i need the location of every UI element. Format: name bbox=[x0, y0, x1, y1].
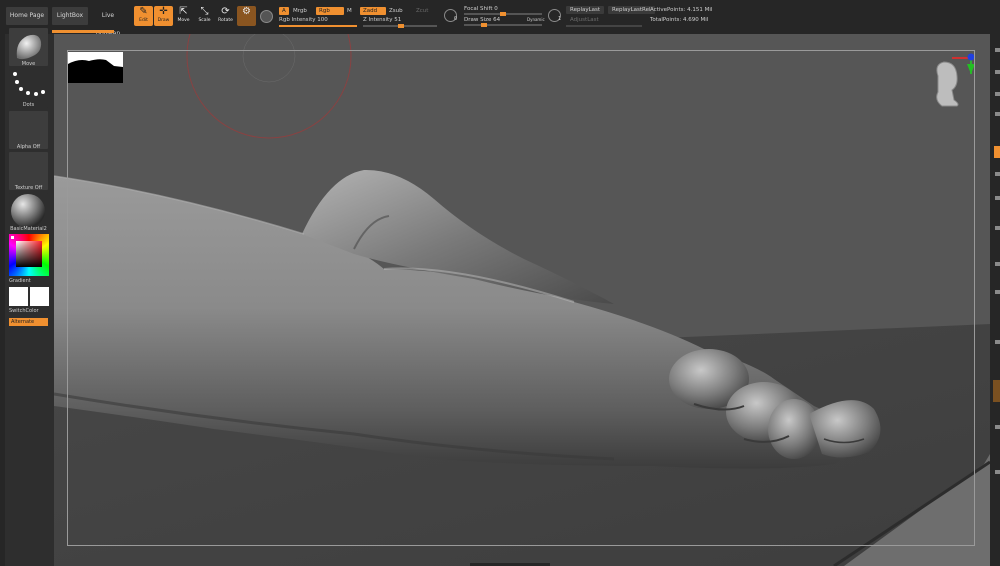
right-shelf-tool-8[interactable] bbox=[995, 262, 1000, 266]
color-saturation-square[interactable] bbox=[16, 241, 42, 267]
navigator-thumbnail[interactable] bbox=[68, 52, 123, 83]
right-shelf-tool-1[interactable] bbox=[995, 48, 1000, 52]
material-sphere-icon[interactable] bbox=[260, 10, 273, 23]
texture-label: Texture Off bbox=[14, 185, 43, 191]
right-shelf-brown-tool[interactable] bbox=[993, 380, 1000, 402]
stroke-label: Dots bbox=[22, 102, 35, 108]
edit-button[interactable]: ✎ Edit bbox=[134, 6, 153, 26]
move-label: Move bbox=[177, 18, 190, 23]
rgb-intensity-fill bbox=[279, 25, 357, 27]
right-shelf-tool-5[interactable] bbox=[995, 172, 1000, 176]
mrgb-toggle[interactable]: Mrgb bbox=[290, 7, 310, 15]
rgb-intensity-label: Rgb Intensity 100 bbox=[279, 17, 328, 23]
right-shelf-tool-6[interactable] bbox=[995, 196, 1000, 200]
top-toolbar: Home Page LightBox Live Boolean ✎Edit ✛D… bbox=[0, 0, 1000, 37]
right-shelf-tool-7[interactable] bbox=[995, 226, 1000, 230]
rotate-button[interactable]: ⟳ Rotate bbox=[216, 6, 235, 26]
right-shelf-tool-10[interactable] bbox=[995, 340, 1000, 344]
left-tray-handle[interactable] bbox=[0, 34, 5, 566]
focal-icon-value: 0 bbox=[454, 16, 458, 22]
scale-button[interactable]: ⤡ Scale bbox=[195, 6, 214, 26]
canvas-viewport[interactable] bbox=[54, 34, 990, 566]
right-shelf-tool-3[interactable] bbox=[995, 92, 1000, 96]
focal-shift-knob bbox=[500, 12, 506, 16]
replay-last-button[interactable]: ReplayLast bbox=[566, 6, 605, 14]
gizmo-icon: ⚙ bbox=[242, 6, 251, 17]
zcut-toggle[interactable]: Zcut bbox=[413, 7, 431, 15]
rotate-label: Rotate bbox=[218, 18, 233, 23]
alpha-label: Alpha Off bbox=[16, 144, 41, 150]
color-picker[interactable] bbox=[9, 234, 49, 276]
draw-size-knob bbox=[480, 23, 487, 27]
move-button[interactable]: ⇱ Move bbox=[174, 6, 193, 26]
replay-last-rel-button[interactable]: ReplayLastRel bbox=[608, 6, 655, 14]
z-intensity-knob bbox=[397, 24, 404, 28]
edit-label: Edit bbox=[139, 18, 148, 23]
m-toggle[interactable]: M bbox=[344, 7, 355, 15]
adjust-last-button[interactable]: AdjustLast bbox=[566, 16, 603, 24]
active-points-readout: ActivePoints: 4.151 Mil bbox=[650, 7, 713, 13]
gradient-label: Gradient bbox=[9, 278, 31, 284]
a-toggle[interactable]: A bbox=[279, 7, 289, 15]
draw-button[interactable]: ✛ Draw bbox=[154, 6, 173, 26]
secondary-color-swatch[interactable] bbox=[30, 287, 49, 306]
rotate-icon: ⟳ bbox=[221, 6, 230, 17]
draw-size-slider[interactable] bbox=[464, 23, 542, 27]
lightbox-button[interactable]: LightBox bbox=[52, 7, 88, 25]
move-icon: ⇱ bbox=[179, 6, 188, 17]
alternate-button[interactable]: Alternate bbox=[9, 318, 48, 326]
z-intensity-slider[interactable] bbox=[363, 24, 437, 28]
switch-color-button[interactable]: SwitchColor bbox=[9, 308, 52, 314]
total-points-readout: TotalPoints: 4.690 Mil bbox=[650, 17, 709, 23]
right-shelf-tool-4[interactable] bbox=[995, 112, 1000, 116]
zsub-toggle[interactable]: Zsub bbox=[386, 7, 406, 15]
scale-icon: ⤡ bbox=[200, 6, 209, 17]
rgb-intensity-slider[interactable] bbox=[279, 25, 357, 27]
dynamic-toggle[interactable]: Dynamic bbox=[527, 17, 545, 22]
pencil-icon: ✎ bbox=[139, 6, 148, 17]
brush-label: Move bbox=[21, 61, 36, 67]
scale-label: Scale bbox=[198, 18, 211, 23]
adjust-last-slider[interactable] bbox=[566, 25, 642, 27]
draw-label: Draw bbox=[157, 18, 170, 23]
live-boolean-button[interactable]: Live Boolean bbox=[90, 7, 126, 37]
adjust-last-value: 1 bbox=[558, 16, 562, 22]
focal-shift-slider[interactable] bbox=[464, 12, 542, 16]
right-shelf-tool-2[interactable] bbox=[995, 70, 1000, 74]
right-shelf-active-tool[interactable] bbox=[994, 146, 1000, 158]
rgb-toggle[interactable]: Rgb bbox=[316, 7, 344, 15]
main-color-swatch[interactable] bbox=[9, 287, 28, 306]
material-label: BasicMaterial2 bbox=[10, 226, 47, 232]
gizmo-toggle-button[interactable]: ⚙ bbox=[237, 6, 256, 26]
home-page-button[interactable]: Home Page bbox=[6, 7, 48, 25]
draw-icon: ✛ bbox=[159, 6, 168, 17]
sculpt-canvas[interactable] bbox=[54, 34, 990, 566]
focal-shift-label: Focal Shift 0 bbox=[464, 6, 498, 12]
z-intensity-label: Z Intensity 51 bbox=[363, 17, 402, 23]
right-shelf-tool-9[interactable] bbox=[995, 290, 1000, 294]
color-picker-marker bbox=[11, 236, 14, 239]
zadd-toggle[interactable]: Zadd bbox=[360, 7, 386, 15]
right-shelf-tool-12[interactable] bbox=[995, 470, 1000, 474]
right-shelf-tool-11[interactable] bbox=[995, 425, 1000, 429]
lightbox-active-indicator bbox=[52, 30, 114, 33]
